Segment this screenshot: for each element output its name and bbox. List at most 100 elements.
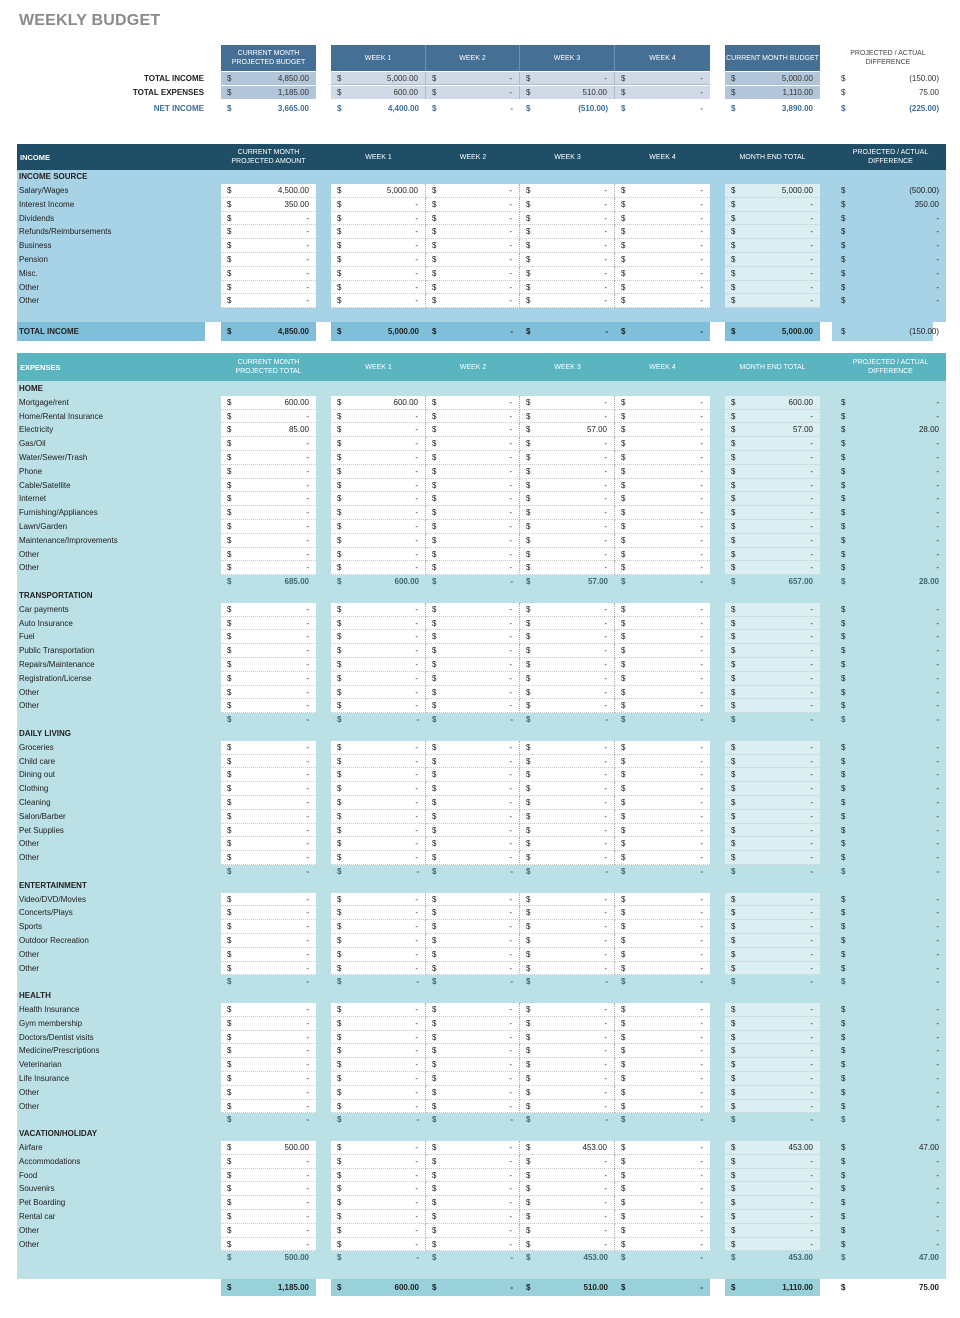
- expense-cell[interactable]: $ -: [221, 1017, 316, 1031]
- income-cell[interactable]: $ -: [221, 281, 316, 295]
- income-cell[interactable]: $ -: [520, 239, 615, 253]
- expense-cell[interactable]: $ -: [331, 961, 426, 976]
- expense-cell[interactable]: $ -: [615, 1017, 710, 1031]
- expense-cell[interactable]: $ -: [615, 561, 710, 576]
- expense-cell[interactable]: $453.00: [520, 1141, 615, 1155]
- expense-cell[interactable]: $ -: [615, 906, 710, 921]
- expense-cell[interactable]: $ -: [520, 478, 615, 493]
- income-cell[interactable]: $ -: [426, 253, 520, 267]
- income-cell[interactable]: $ -: [520, 184, 615, 198]
- expense-cell[interactable]: $ -: [221, 782, 316, 796]
- income-cell[interactable]: $ -: [426, 211, 520, 226]
- expense-cell[interactable]: $ -: [221, 741, 316, 755]
- income-cell[interactable]: $ -: [221, 294, 316, 309]
- expense-cell[interactable]: $ -: [520, 616, 615, 631]
- expense-cell[interactable]: $ -: [426, 451, 520, 465]
- expense-cell[interactable]: $ -: [221, 851, 316, 865]
- expense-cell[interactable]: $ -: [331, 892, 426, 907]
- expense-cell[interactable]: $57.00: [520, 423, 615, 438]
- expense-cell[interactable]: $ -: [426, 1223, 520, 1238]
- expense-cell[interactable]: $ -: [615, 686, 710, 700]
- expense-cell[interactable]: $ -: [221, 1031, 316, 1045]
- expense-cell[interactable]: $ -: [221, 1196, 316, 1210]
- expense-cell[interactable]: $ -: [331, 823, 426, 838]
- expense-cell[interactable]: $ -: [331, 478, 426, 493]
- expense-cell[interactable]: $ -: [221, 492, 316, 507]
- expense-cell[interactable]: $ -: [615, 1058, 710, 1072]
- income-cell[interactable]: $ -: [426, 225, 520, 240]
- expense-cell[interactable]: $ -: [426, 1099, 520, 1114]
- income-cell[interactable]: $ -: [331, 197, 426, 212]
- expense-cell[interactable]: $ -: [615, 1155, 710, 1169]
- expense-cell[interactable]: $ -: [520, 809, 615, 824]
- expense-cell[interactable]: $ -: [426, 961, 520, 976]
- income-cell[interactable]: $ -: [426, 280, 520, 295]
- expense-cell[interactable]: $ -: [426, 1196, 520, 1210]
- expense-cell[interactable]: $85.00: [221, 423, 316, 438]
- expense-cell[interactable]: $ -: [426, 1237, 520, 1252]
- expense-cell[interactable]: $ -: [221, 658, 316, 672]
- expense-cell[interactable]: $ -: [520, 1168, 615, 1183]
- income-cell[interactable]: $ -: [426, 197, 520, 212]
- expense-cell[interactable]: $ -: [331, 754, 426, 769]
- expense-cell[interactable]: $ -: [426, 630, 520, 645]
- income-cell[interactable]: $ -: [520, 294, 615, 309]
- expense-cell[interactable]: $ -: [331, 740, 426, 755]
- expense-cell[interactable]: $ -: [615, 699, 710, 714]
- expense-cell[interactable]: $ -: [426, 851, 520, 865]
- income-cell[interactable]: $ -: [331, 266, 426, 281]
- expense-cell[interactable]: $ -: [520, 796, 615, 810]
- expense-cell[interactable]: $ -: [426, 644, 520, 658]
- expense-cell[interactable]: $ -: [426, 423, 520, 438]
- expense-cell[interactable]: $ -: [615, 617, 710, 631]
- expense-cell[interactable]: $ -: [221, 1086, 316, 1100]
- expense-cell[interactable]: $ -: [331, 561, 426, 576]
- expense-cell[interactable]: $ -: [615, 755, 710, 769]
- expense-cell[interactable]: $ -: [331, 1141, 426, 1155]
- expense-cell[interactable]: $ -: [615, 1100, 710, 1114]
- expense-cell[interactable]: $ -: [331, 796, 426, 810]
- expense-cell[interactable]: $ -: [221, 561, 316, 576]
- expense-cell[interactable]: $ -: [426, 685, 520, 700]
- expense-cell[interactable]: $ -: [331, 1168, 426, 1183]
- expense-cell[interactable]: $ -: [520, 823, 615, 838]
- expense-cell[interactable]: $ -: [426, 782, 520, 796]
- expense-cell[interactable]: $ -: [426, 395, 520, 410]
- income-cell[interactable]: $ -: [426, 239, 520, 253]
- income-cell[interactable]: $4,500.00: [221, 184, 316, 198]
- expense-cell[interactable]: $ -: [520, 464, 615, 479]
- expense-cell[interactable]: $ -: [331, 671, 426, 686]
- expense-cell[interactable]: $ -: [426, 837, 520, 852]
- expense-cell[interactable]: $ -: [615, 1196, 710, 1210]
- expense-cell[interactable]: $ -: [426, 561, 520, 576]
- expense-cell[interactable]: $ -: [615, 396, 710, 410]
- expense-cell[interactable]: $ -: [426, 492, 520, 507]
- expense-cell[interactable]: $ -: [520, 1154, 615, 1169]
- expense-cell[interactable]: $ -: [331, 1196, 426, 1210]
- expense-cell[interactable]: $ -: [520, 547, 615, 562]
- expense-cell[interactable]: $ -: [221, 644, 316, 658]
- expense-cell[interactable]: $ -: [615, 796, 710, 810]
- expense-cell[interactable]: $ -: [331, 947, 426, 962]
- expense-cell[interactable]: $ -: [331, 1223, 426, 1238]
- expense-cell[interactable]: $ -: [426, 768, 520, 783]
- expense-cell[interactable]: $ -: [520, 851, 615, 865]
- expense-cell[interactable]: $ -: [426, 934, 520, 948]
- expense-cell[interactable]: $ -: [331, 1182, 426, 1197]
- expense-cell[interactable]: $ -: [331, 809, 426, 824]
- expense-cell[interactable]: $ -: [615, 837, 710, 852]
- expense-cell[interactable]: $ -: [331, 423, 426, 438]
- expense-cell[interactable]: $ -: [426, 920, 520, 934]
- expense-cell[interactable]: $ -: [426, 616, 520, 631]
- expense-cell[interactable]: $ -: [426, 602, 520, 617]
- expense-cell[interactable]: $ -: [426, 1016, 520, 1031]
- expense-cell[interactable]: $ -: [520, 1210, 615, 1224]
- expense-cell[interactable]: $ -: [221, 548, 316, 562]
- income-cell[interactable]: $350.00: [221, 198, 316, 212]
- expense-cell[interactable]: $ -: [221, 810, 316, 824]
- income-cell[interactable]: $ -: [426, 184, 520, 198]
- expense-cell[interactable]: $ -: [615, 1003, 710, 1017]
- expense-cell[interactable]: $ -: [221, 699, 316, 714]
- expense-cell[interactable]: $ -: [615, 548, 710, 562]
- income-cell[interactable]: $ -: [615, 239, 710, 253]
